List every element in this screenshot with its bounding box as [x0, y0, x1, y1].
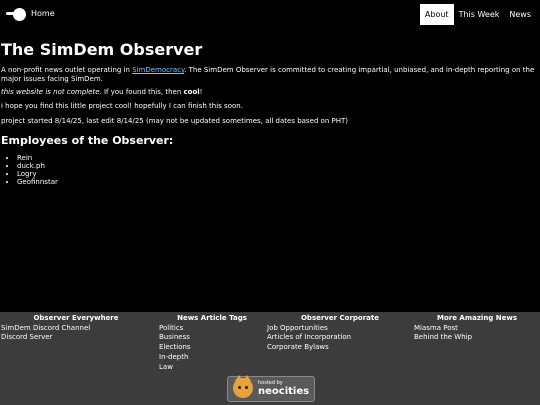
footer-column-tags: News Article Tags Politics Business Elec… — [159, 314, 265, 372]
tab-this-week[interactable]: This Week — [454, 4, 505, 25]
footer-link[interactable]: Discord Server — [1, 333, 151, 343]
footer-link[interactable]: Job Opportunities — [267, 324, 413, 334]
footer-link[interactable]: Politics — [159, 324, 265, 334]
list-item: duck.ph — [17, 162, 58, 170]
neocities-badge[interactable]: hosted by neocities — [227, 375, 315, 402]
top-nav: Home About This Week News — [0, 0, 540, 28]
main-content: The SimDem Observer A non-profit news ou… — [1, 40, 539, 186]
list-item: Rein — [17, 154, 58, 162]
simdemocracy-link[interactable]: SimDemocracy — [132, 66, 184, 74]
footer-link[interactable]: Law — [159, 363, 265, 373]
employees-heading: Employees of the Observer: — [1, 134, 174, 147]
employees-list: Rein duck.ph Logry Geofinnstar — [1, 154, 58, 186]
list-item: Geofinnstar — [17, 178, 58, 186]
footer-heading: Observer Corporate — [300, 314, 379, 322]
incomplete-strong: cool — [183, 88, 200, 96]
cat-eye — [238, 386, 241, 389]
list-item: Logry — [17, 170, 58, 178]
footer-link[interactable]: Corporate Bylaws — [267, 343, 413, 353]
incomplete-middle: . If you found this, then — [99, 88, 184, 96]
tab-news[interactable]: News — [504, 4, 536, 25]
footer-column-corporate: Observer Corporate Job Opportunities Art… — [267, 314, 413, 353]
footer-link[interactable]: Behind the Whip — [414, 333, 540, 343]
intro-text: A non-profit news outlet operating in — [1, 66, 133, 74]
footer-column-everywhere: Observer Everywhere SimDem Discord Chann… — [1, 314, 151, 343]
toggle-logo-icon[interactable] — [3, 7, 27, 21]
footer-column-more-news: More Amazing News Miasma Post Behind the… — [414, 314, 540, 343]
nav-home-link[interactable]: Home — [31, 9, 55, 18]
dates-text: project started 8/14/25, last edit 8/14/… — [1, 117, 348, 125]
incomplete-emphasis: this website is not complete — [1, 88, 100, 96]
footer-heading: News Article Tags — [177, 314, 247, 322]
hope-text: i hope you find this little project cool… — [1, 102, 243, 110]
incomplete-end: ! — [199, 88, 203, 96]
footer-heading: More Amazing News — [437, 314, 517, 322]
tab-about[interactable]: About — [419, 4, 454, 25]
footer-link[interactable]: Miasma Post — [414, 324, 540, 334]
page-title: The SimDem Observer — [1, 40, 203, 59]
neocities-cat-icon — [233, 375, 253, 398]
nav-tabs: About This Week News — [419, 4, 536, 25]
logo-knob — [13, 8, 26, 21]
footer-link[interactable]: SimDem Discord Channel — [1, 324, 151, 334]
footer-heading: Observer Everywhere — [33, 314, 119, 322]
badge-neocities-text: neocities — [258, 386, 310, 397]
footer-link[interactable]: Business — [159, 333, 265, 343]
intro-paragraph: A non-profit news outlet operating in Si… — [1, 66, 539, 83]
cat-eye — [245, 386, 248, 389]
footer-link[interactable]: Articles of Incorporation — [267, 333, 413, 343]
footer-link[interactable]: In-depth — [159, 353, 265, 363]
footer-link[interactable]: Elections — [159, 343, 265, 353]
incomplete-notice: this website is not complete. If you fou… — [1, 88, 202, 97]
